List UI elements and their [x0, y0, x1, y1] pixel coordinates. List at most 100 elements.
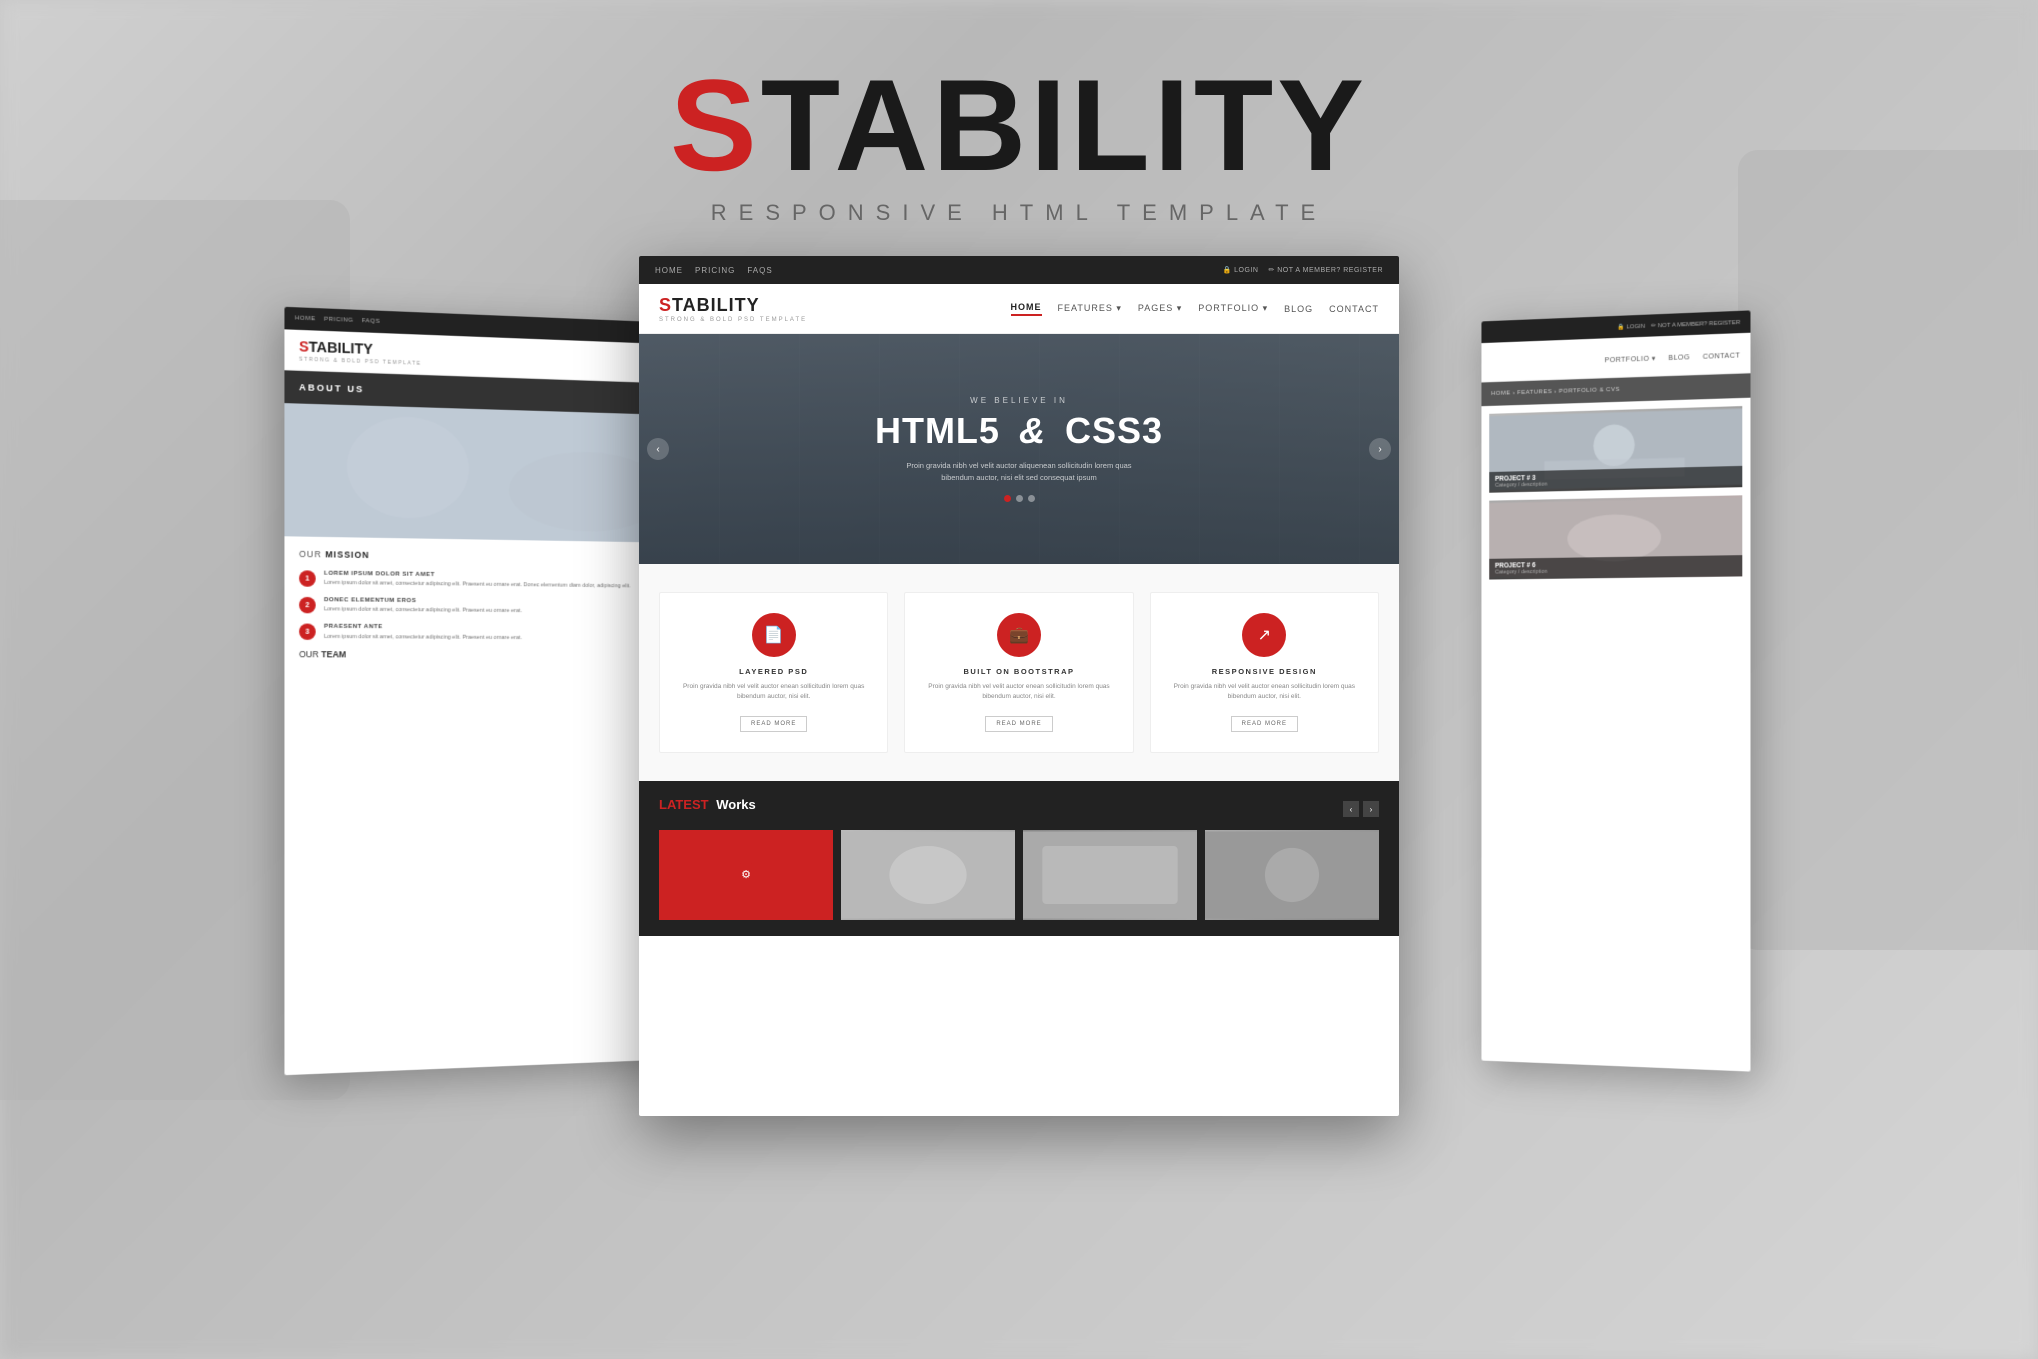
nav-pages[interactable]: PAGES ▾ — [1138, 303, 1182, 314]
center-hero: ‹ WE BELIEVE IN HTML5 & CSS3 Proin gravi… — [639, 334, 1399, 564]
hero-main-title: HTML5 & CSS3 — [875, 410, 1163, 452]
right-nav-blog[interactable]: BLOG — [1668, 354, 1690, 362]
topbar-login[interactable]: 🔒 LOGIN — [1222, 266, 1258, 274]
nav-home[interactable]: HOME — [1011, 302, 1042, 316]
left-logo-s: S — [299, 338, 309, 355]
center-features: 📄 LAYERED PSD Proin gravida nibh vel vel… — [639, 564, 1399, 781]
latest-item-1[interactable]: ⚙ — [659, 830, 833, 920]
mission-text-1: LOREM IPSUM DOLOR SIT AMET Lorem ipsum d… — [324, 570, 631, 592]
feature-btn-3[interactable]: READ MORE — [1231, 716, 1298, 732]
nav-portfolio[interactable]: PORTFOLIO ▾ — [1198, 303, 1268, 314]
left-logo: STABILITY STRONG & BOLD PSD TEMPLATE — [299, 338, 422, 367]
latest-img-4 — [1205, 830, 1379, 920]
latest-header: LATEST Works ‹ › — [659, 797, 1379, 822]
right-nav-contact[interactable]: CONTACT — [1703, 352, 1741, 360]
right-register[interactable]: ✏ NOT A MEMBER? REGISTER — [1651, 318, 1740, 329]
feature-btn-1[interactable]: READ MORE — [740, 716, 807, 732]
center-nav-faqs[interactable]: FAQS — [747, 266, 772, 275]
feature-icon-3: ↗ — [1242, 613, 1286, 657]
left-nav-faqs[interactable]: FAQS — [362, 318, 380, 325]
right-portfolio-label-2: PROJECT # 6 Category / description — [1489, 555, 1742, 579]
center-header: STABILITY STRONG & BOLD PSD TEMPLATE HOM… — [639, 284, 1399, 334]
feature-icon-2: 💼 — [997, 613, 1041, 657]
feature-icon-1: 📄 — [752, 613, 796, 657]
latest-grid: ⚙ — [659, 830, 1379, 920]
center-nav-pricing[interactable]: PRICING — [695, 266, 735, 275]
hero-arrow-right[interactable]: › — [1369, 438, 1391, 460]
hero-amp: & — [1019, 410, 1046, 451]
right-nav-portfolio[interactable]: PORTFOLIO ▾ — [1605, 355, 1656, 364]
center-nav-home[interactable]: HOME — [655, 266, 683, 275]
latest-highlight: LATEST — [659, 797, 709, 812]
nav-blog[interactable]: BLOG — [1284, 304, 1313, 314]
hero-arrow-left[interactable]: ‹ — [647, 438, 669, 460]
title-area: STABILITY RESPONSIVE HTML TEMPLATE — [670, 60, 1368, 226]
center-latest: LATEST Works ‹ › ⚙ — [639, 781, 1399, 936]
right-portfolio-item-1[interactable]: PROJECT # 3 Category / description — [1489, 406, 1742, 493]
nav-features[interactable]: FEATURES ▾ — [1058, 303, 1122, 314]
latest-img-2 — [841, 830, 1015, 920]
left-nav-home[interactable]: HOME — [295, 315, 316, 322]
main-wrapper: STABILITY RESPONSIVE HTML TEMPLATE HOME … — [0, 0, 2038, 1359]
feature-title-3: RESPONSIVE DESIGN — [1165, 667, 1364, 676]
hero-description: Proin gravida nibh vel velit auctor aliq… — [894, 460, 1144, 483]
latest-overlay-1: ⚙ — [659, 830, 833, 920]
feature-card-3: ↗ RESPONSIVE DESIGN Proin gravida nibh v… — [1150, 592, 1379, 753]
hero-dot-3[interactable] — [1028, 495, 1035, 502]
hero-dots — [1004, 495, 1035, 502]
left-logo-rest: TABILITY — [309, 338, 373, 357]
latest-arrow-left[interactable]: ‹ — [1343, 801, 1359, 817]
our-label: OUR — [299, 549, 322, 560]
feature-card-2: 💼 BUILT ON BOOTSTRAP Proin gravida nibh … — [904, 592, 1133, 753]
feature-desc-3: Proin gravida nibh vel velit auctor enea… — [1165, 682, 1364, 702]
our-team-label: OUR — [299, 649, 319, 659]
nav-contact[interactable]: CONTACT — [1329, 304, 1379, 314]
left-nav-pricing[interactable]: PRICING — [324, 317, 353, 324]
hero-dot-1[interactable] — [1004, 495, 1011, 502]
mission-num-2: 2 — [299, 597, 316, 614]
center-logo-wrap: STABILITY STRONG & BOLD PSD TEMPLATE — [659, 295, 807, 323]
center-logo-rest: TABILITY — [672, 295, 760, 315]
screenshot-center: HOME PRICING FAQS 🔒 LOGIN ✏ NOT A MEMBER… — [639, 256, 1399, 1116]
latest-arrow-right[interactable]: › — [1363, 801, 1379, 817]
latest-item-3[interactable] — [1023, 830, 1197, 920]
latest-arrows: ‹ › — [1343, 801, 1379, 817]
latest-rest: Works — [716, 797, 756, 812]
breadcrumb-text: HOME › FEATURES › PORTFOLIO & CVS — [1491, 387, 1620, 397]
team-label: TEAM — [321, 649, 346, 659]
latest-img-3 — [1023, 830, 1197, 920]
right-login[interactable]: 🔒 LOGIN — [1617, 322, 1645, 330]
brand-rest: TABILITY — [761, 52, 1368, 198]
mission-text-3: PRAESENT ANTE Lorem ipsum dolor sit amet… — [324, 623, 522, 642]
about-us-title: ABOUT US — [299, 382, 364, 394]
latest-item-2[interactable] — [841, 830, 1015, 920]
feature-card-1: 📄 LAYERED PSD Proin gravida nibh vel vel… — [659, 592, 888, 753]
topbar-register[interactable]: ✏ NOT A MEMBER? REGISTER — [1268, 266, 1383, 274]
right-topbar-right: 🔒 LOGIN ✏ NOT A MEMBER? REGISTER — [1617, 318, 1740, 330]
center-logo-sub: STRONG & BOLD PSD TEMPLATE — [659, 317, 807, 323]
center-topbar-right: 🔒 LOGIN ✏ NOT A MEMBER? REGISTER — [1222, 266, 1383, 274]
center-topbar: HOME PRICING FAQS 🔒 LOGIN ✏ NOT A MEMBER… — [639, 256, 1399, 284]
mission-num-3: 3 — [299, 624, 316, 640]
right-portfolio-grid: PROJECT # 3 Category / description PROJE… — [1481, 398, 1750, 588]
screenshot-right: 🔒 LOGIN ✏ NOT A MEMBER? REGISTER PORTFOL… — [1481, 310, 1750, 1071]
center-topbar-nav: HOME PRICING FAQS — [655, 266, 773, 275]
feature-title-2: BUILT ON BOOTSTRAP — [919, 667, 1118, 676]
right-nav: PORTFOLIO ▾ BLOG CONTACT — [1597, 344, 1741, 367]
main-title: STABILITY — [670, 60, 1368, 190]
left-logo-sub: STRONG & BOLD PSD TEMPLATE — [299, 356, 422, 366]
mission-text-2: DONEC ELEMENTUM EROS Lorem ipsum dolor s… — [324, 596, 522, 616]
right-portfolio-item-2[interactable]: PROJECT # 6 Category / description — [1489, 495, 1742, 579]
hero-dot-2[interactable] — [1016, 495, 1023, 502]
latest-icon-1: ⚙ — [733, 862, 759, 888]
feature-title-1: LAYERED PSD — [674, 667, 873, 676]
center-logo-s: S — [659, 295, 672, 315]
hero-css3: CSS3 — [1065, 410, 1163, 451]
hero-pre-title: WE BELIEVE IN — [970, 396, 1068, 405]
subtitle: RESPONSIVE HTML TEMPLATE — [670, 200, 1368, 226]
latest-item-4[interactable] — [1205, 830, 1379, 920]
mission-label: MISSION — [325, 549, 369, 560]
feature-btn-2[interactable]: READ MORE — [985, 716, 1052, 732]
feature-desc-2: Proin gravida nibh vel velit auctor enea… — [919, 682, 1118, 702]
hero-html5: HTML5 — [875, 410, 1000, 451]
